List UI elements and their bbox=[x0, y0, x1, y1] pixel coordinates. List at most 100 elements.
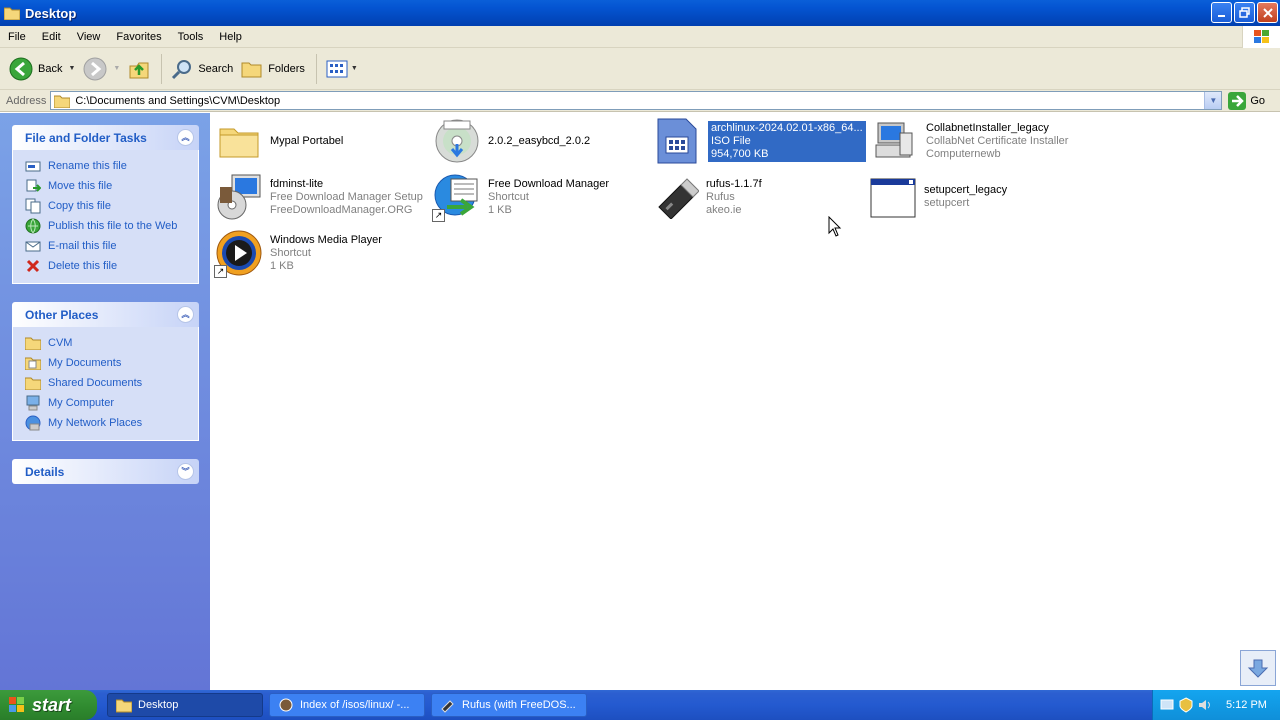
copy-icon bbox=[25, 198, 41, 214]
setup-icon bbox=[214, 172, 264, 222]
media-player-icon: ↗ bbox=[214, 228, 264, 278]
up-folder-icon bbox=[129, 62, 149, 78]
collapse-icon[interactable]: ︽ bbox=[177, 306, 194, 323]
volume-icon[interactable] bbox=[1197, 697, 1213, 713]
file-item[interactable]: fdminst-lite Free Download Manager Setup… bbox=[214, 172, 423, 222]
place-shared-documents[interactable]: Shared Documents bbox=[25, 373, 198, 393]
menu-view[interactable]: View bbox=[69, 31, 109, 43]
menu-favorites[interactable]: Favorites bbox=[108, 31, 169, 43]
email-file-link[interactable]: E-mail this file bbox=[25, 236, 198, 256]
chevron-down-icon[interactable]: ▼ bbox=[68, 65, 75, 72]
forward-button[interactable]: ▼ bbox=[80, 52, 123, 86]
folder-icon bbox=[4, 7, 20, 20]
fdm-shortcut-icon: ↗ bbox=[432, 172, 482, 222]
file-item[interactable]: CollabnetInstaller_legacy CollabNet Cert… bbox=[870, 116, 1068, 166]
views-icon bbox=[326, 60, 348, 77]
place-cvm[interactable]: CVM bbox=[25, 333, 198, 353]
menu-file[interactable]: File bbox=[0, 31, 34, 43]
taskbar-item-browser[interactable]: Index of /isos/linux/ -... bbox=[269, 693, 425, 717]
expand-icon[interactable]: ︾ bbox=[177, 463, 194, 480]
other-places-panel: Other Places ︽ CVM My Documents Shared D… bbox=[12, 302, 199, 441]
taskbar: start Desktop Index of /isos/linux/ -...… bbox=[0, 690, 1280, 720]
go-arrow-icon bbox=[1228, 91, 1247, 110]
my-computer-icon bbox=[25, 395, 41, 411]
collapse-icon[interactable]: ︽ bbox=[177, 129, 194, 146]
disc-image-icon bbox=[432, 116, 482, 166]
up-folder-button[interactable] bbox=[125, 52, 153, 86]
folders-icon bbox=[241, 62, 262, 77]
file-item[interactable]: 2.0.2_easybcd_2.0.2 bbox=[432, 116, 590, 166]
search-icon bbox=[172, 59, 192, 79]
menu-edit[interactable]: Edit bbox=[34, 31, 69, 43]
usb-drive-icon bbox=[650, 172, 700, 222]
other-places-header[interactable]: Other Places ︽ bbox=[12, 302, 199, 327]
details-header[interactable]: Details ︾ bbox=[12, 459, 199, 484]
publish-icon bbox=[25, 218, 41, 234]
restore-button[interactable] bbox=[1234, 2, 1255, 23]
file-item[interactable]: rufus-1.1.7f Rufus akeo.ie bbox=[650, 172, 762, 222]
address-path: C:\Documents and Settings\CVM\Desktop bbox=[75, 94, 281, 107]
file-item[interactable]: ↗ Windows Media Player Shortcut 1 KB bbox=[214, 228, 382, 278]
iso-file-icon bbox=[652, 116, 702, 166]
delete-icon bbox=[25, 258, 41, 274]
clock[interactable]: 5:12 PM bbox=[1226, 699, 1267, 711]
shared-documents-icon bbox=[25, 375, 41, 391]
folder-icon bbox=[116, 699, 132, 713]
system-tray: 5:12 PM bbox=[1152, 690, 1280, 720]
file-folder-tasks-header[interactable]: File and Folder Tasks ︽ bbox=[12, 125, 199, 150]
menu-tools[interactable]: Tools bbox=[170, 31, 212, 43]
place-my-computer[interactable]: My Computer bbox=[25, 393, 198, 413]
search-button[interactable]: Search bbox=[168, 52, 236, 86]
back-button[interactable]: Back ▼ bbox=[6, 52, 78, 86]
windows-flag-icon bbox=[9, 697, 24, 712]
scroll-down-button[interactable] bbox=[1240, 650, 1276, 686]
file-view: Mypal Portabel 2.0.2_easybcd_2.0.2 archl… bbox=[210, 113, 1280, 690]
address-label: Address bbox=[6, 94, 47, 107]
file-item[interactable]: ↗ Free Download Manager Shortcut 1 KB bbox=[432, 172, 609, 222]
copy-file-link[interactable]: Copy this file bbox=[25, 196, 198, 216]
minimize-icon bbox=[1217, 14, 1225, 17]
rename-file-link[interactable]: Rename this file bbox=[25, 156, 198, 176]
usb-drive-icon bbox=[441, 700, 454, 713]
folders-button[interactable]: Folders bbox=[238, 52, 308, 86]
move-file-link[interactable]: Move this file bbox=[25, 176, 198, 196]
go-button[interactable]: Go bbox=[1228, 91, 1265, 110]
windows-logo-icon bbox=[1242, 26, 1280, 48]
folder-icon bbox=[25, 335, 41, 351]
file-item-selected[interactable]: archlinux-2024.02.01-x86_64... ISO File … bbox=[652, 116, 866, 166]
close-button[interactable] bbox=[1257, 2, 1278, 23]
chevron-down-icon[interactable]: ▼ bbox=[113, 65, 120, 72]
chevron-down-icon[interactable]: ▼ bbox=[351, 65, 358, 72]
security-icon[interactable] bbox=[1178, 697, 1194, 713]
rename-icon bbox=[25, 158, 41, 174]
close-icon bbox=[1262, 7, 1273, 18]
file-folder-tasks-panel: File and Folder Tasks ︽ Rename this file… bbox=[12, 125, 199, 284]
taskbar-item-desktop[interactable]: Desktop bbox=[107, 693, 263, 717]
delete-file-link[interactable]: Delete this file bbox=[25, 256, 198, 276]
title-bar: Desktop bbox=[0, 0, 1280, 26]
place-my-documents[interactable]: My Documents bbox=[25, 353, 198, 373]
place-network-places[interactable]: My Network Places bbox=[25, 413, 198, 433]
file-item[interactable]: Mypal Portabel bbox=[214, 116, 343, 166]
app-window-icon bbox=[868, 172, 918, 222]
minimize-button[interactable] bbox=[1211, 2, 1232, 23]
address-input[interactable]: C:\Documents and Settings\CVM\Desktop ▼ bbox=[50, 91, 1223, 110]
chevron-down-icon: ▼ bbox=[1209, 96, 1218, 105]
details-panel: Details ︾ bbox=[12, 459, 199, 484]
menu-help[interactable]: Help bbox=[211, 31, 250, 43]
back-arrow-icon bbox=[9, 57, 33, 80]
start-button[interactable]: start bbox=[0, 690, 97, 720]
shortcut-arrow-icon: ↗ bbox=[214, 265, 227, 278]
restore-icon bbox=[1238, 6, 1250, 18]
folder-icon bbox=[214, 116, 264, 166]
browser-icon bbox=[279, 698, 293, 712]
views-button[interactable]: ▼ bbox=[323, 52, 361, 86]
task-pane: File and Folder Tasks ︽ Rename this file… bbox=[0, 113, 210, 690]
taskbar-item-rufus[interactable]: Rufus (with FreeDOS... bbox=[431, 693, 587, 717]
my-documents-icon bbox=[25, 355, 41, 371]
address-dropdown-button[interactable]: ▼ bbox=[1204, 92, 1222, 109]
publish-file-link[interactable]: Publish this file to the Web bbox=[25, 216, 198, 236]
forward-arrow-icon bbox=[83, 57, 107, 80]
file-item[interactable]: setupcert_legacy setupcert bbox=[868, 172, 1007, 222]
network-icon[interactable] bbox=[1159, 697, 1175, 713]
